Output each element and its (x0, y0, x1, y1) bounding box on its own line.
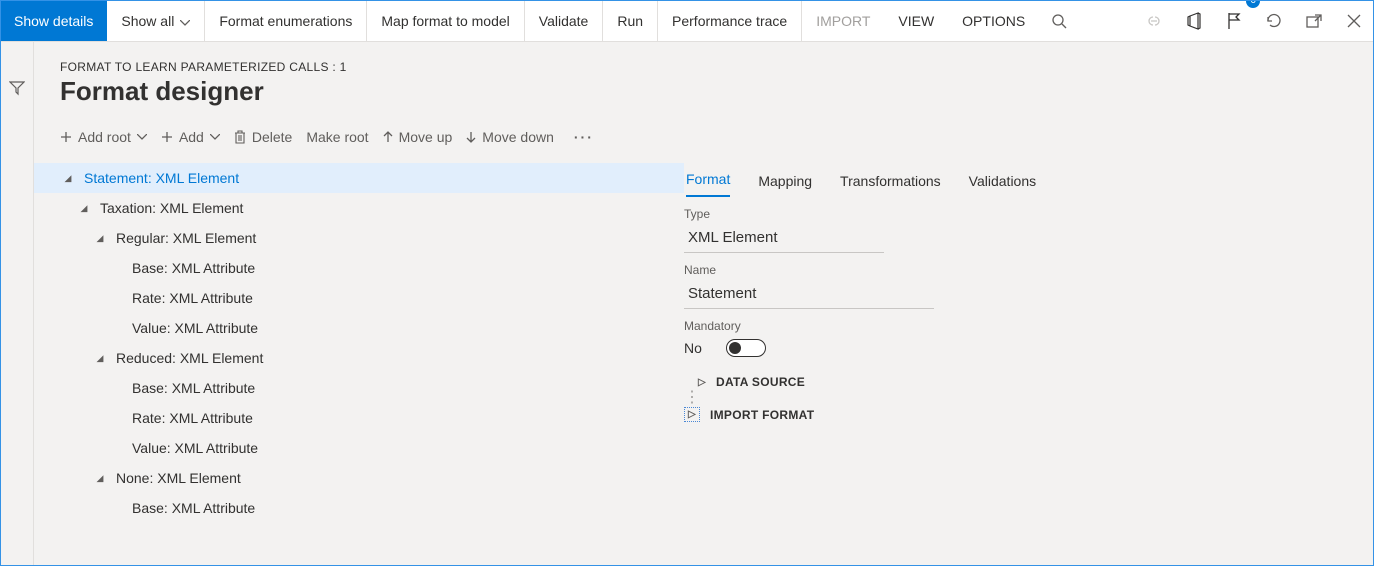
tree-row-label: Rate: XML Attribute (132, 410, 253, 426)
chevron-down-icon (210, 134, 220, 140)
tree-row[interactable]: ◢ None: XML Element (34, 463, 684, 493)
menu-show-details[interactable]: Show details (0, 0, 107, 41)
filter-icon (9, 80, 25, 96)
menu-run[interactable]: Run (603, 0, 658, 41)
menu-import[interactable]: IMPORT (802, 0, 884, 41)
plus-icon (60, 131, 72, 143)
tree-toggle-icon[interactable]: ◢ (76, 203, 92, 214)
more-button[interactable]: ··· (568, 129, 600, 145)
format-tree: ◢ Statement: XML Element ◢ Taxation: XML El… (34, 157, 684, 566)
tree-row[interactable]: Value: XML Attribute (34, 313, 684, 343)
tree-row-label: Taxation: XML Element (100, 200, 243, 216)
tree-row-label: Rate: XML Attribute (132, 290, 253, 306)
popup-icon (1306, 14, 1322, 28)
office-icon[interactable] (1174, 0, 1214, 41)
field-mandatory: Mandatory No (684, 319, 1374, 357)
tab-transformations[interactable]: Transformations (840, 173, 941, 197)
tree-toggle-icon[interactable]: ◢ (92, 353, 108, 364)
link-icon[interactable] (1134, 0, 1174, 41)
tree-row[interactable]: ◢ Reduced: XML Element (34, 343, 684, 373)
tree-row[interactable]: Base: XML Attribute (34, 373, 684, 403)
menu-format-enumerations[interactable]: Format enumerations (205, 0, 367, 41)
field-name-value[interactable]: Statement (684, 281, 934, 309)
tree-row[interactable]: Base: XML Attribute (34, 253, 684, 283)
tab-mapping[interactable]: Mapping (758, 173, 812, 197)
plus-icon (161, 131, 173, 143)
tree-row-label: Reduced: XML Element (116, 350, 263, 366)
trash-icon (234, 130, 246, 144)
menubar: Show details Show all Format enumeration… (0, 0, 1374, 42)
details-panel: Format Mapping Transformations Validatio… (684, 157, 1374, 566)
delete-button[interactable]: Delete (234, 129, 292, 145)
search-button[interactable] (1039, 0, 1079, 41)
field-type-label: Type (684, 207, 1374, 221)
field-name: Name Statement (684, 263, 1374, 309)
menu-map-format-to-model[interactable]: Map format to model (367, 0, 524, 41)
caret-right-icon: ▷ (684, 407, 700, 422)
caret-right-icon: ▷ (698, 377, 706, 388)
tree-row[interactable]: Rate: XML Attribute (34, 403, 684, 433)
close-button[interactable] (1334, 0, 1374, 41)
tree-row-label: None: XML Element (116, 470, 241, 486)
tree-row[interactable]: Base: XML Attribute (34, 493, 684, 523)
field-name-label: Name (684, 263, 1374, 277)
arrow-up-icon (383, 131, 393, 143)
tree-toggle-icon[interactable]: ◢ (92, 233, 108, 244)
tree-row-label: Regular: XML Element (116, 230, 256, 246)
search-icon (1051, 13, 1067, 29)
expander-import-format[interactable]: ▷ IMPORT FORMAT (684, 407, 1374, 422)
tree-row[interactable]: ◢ Statement: XML Element (34, 163, 684, 193)
sidebar-rail (0, 42, 34, 566)
tree-row[interactable]: ◢ Regular: XML Element (34, 223, 684, 253)
popup-button[interactable] (1294, 0, 1334, 41)
refresh-button[interactable] (1254, 0, 1294, 41)
tree-row-label: Base: XML Attribute (132, 500, 255, 516)
tree-row-label: Base: XML Attribute (132, 260, 255, 276)
tree-row-label: Value: XML Attribute (132, 440, 258, 456)
tree-row-label: Base: XML Attribute (132, 380, 255, 396)
move-up-button[interactable]: Move up (383, 129, 453, 145)
menu-validate[interactable]: Validate (525, 0, 604, 41)
field-type-value[interactable]: XML Element (684, 225, 884, 253)
page-title: Format designer (34, 74, 1374, 117)
breadcrumb: FORMAT TO LEARN PARAMETERIZED CALLS : 1 (34, 42, 1374, 74)
tree-toggle-icon[interactable]: ◢ (60, 173, 76, 184)
flag-icon (1226, 12, 1242, 30)
add-root-button[interactable]: Add root (60, 129, 147, 145)
tree-row[interactable]: Rate: XML Attribute (34, 283, 684, 313)
details-tabs: Format Mapping Transformations Validatio… (684, 157, 1374, 197)
close-icon (1347, 14, 1361, 28)
tree-toolbar: Add root Add Delete Make root Move up Mo… (34, 117, 1374, 157)
add-button[interactable]: Add (161, 129, 220, 145)
chevron-down-icon (137, 134, 147, 140)
tree-row[interactable]: ◢ Taxation: XML Element (34, 193, 684, 223)
field-mandatory-value: No (684, 340, 702, 356)
tree-row[interactable]: Value: XML Attribute (34, 433, 684, 463)
move-down-button[interactable]: Move down (466, 129, 554, 145)
menu-show-all[interactable]: Show all (107, 0, 205, 41)
tab-validations[interactable]: Validations (969, 173, 1036, 197)
field-type: Type XML Element (684, 207, 1374, 253)
menu-performance-trace[interactable]: Performance trace (658, 0, 802, 41)
tree-row-label: Statement: XML Element (84, 170, 239, 186)
drag-handle-icon[interactable]: ⋮ (684, 393, 694, 403)
menu-options[interactable]: OPTIONS (948, 0, 1039, 41)
menu-show-all-label: Show all (121, 13, 174, 29)
expander-data-source[interactable]: ▷ DATA SOURCE (698, 375, 1374, 389)
refresh-icon (1265, 12, 1283, 30)
arrow-down-icon (466, 131, 476, 143)
menu-view[interactable]: VIEW (884, 0, 948, 41)
mandatory-toggle[interactable] (726, 339, 766, 357)
tab-format[interactable]: Format (686, 171, 730, 197)
filter-button[interactable] (9, 80, 25, 566)
chevron-down-icon (180, 13, 190, 29)
field-mandatory-label: Mandatory (684, 319, 1374, 333)
notifications-button[interactable]: 0 (1214, 0, 1254, 41)
make-root-button[interactable]: Make root (306, 129, 368, 145)
tree-row-label: Value: XML Attribute (132, 320, 258, 336)
tree-toggle-icon[interactable]: ◢ (92, 473, 108, 484)
